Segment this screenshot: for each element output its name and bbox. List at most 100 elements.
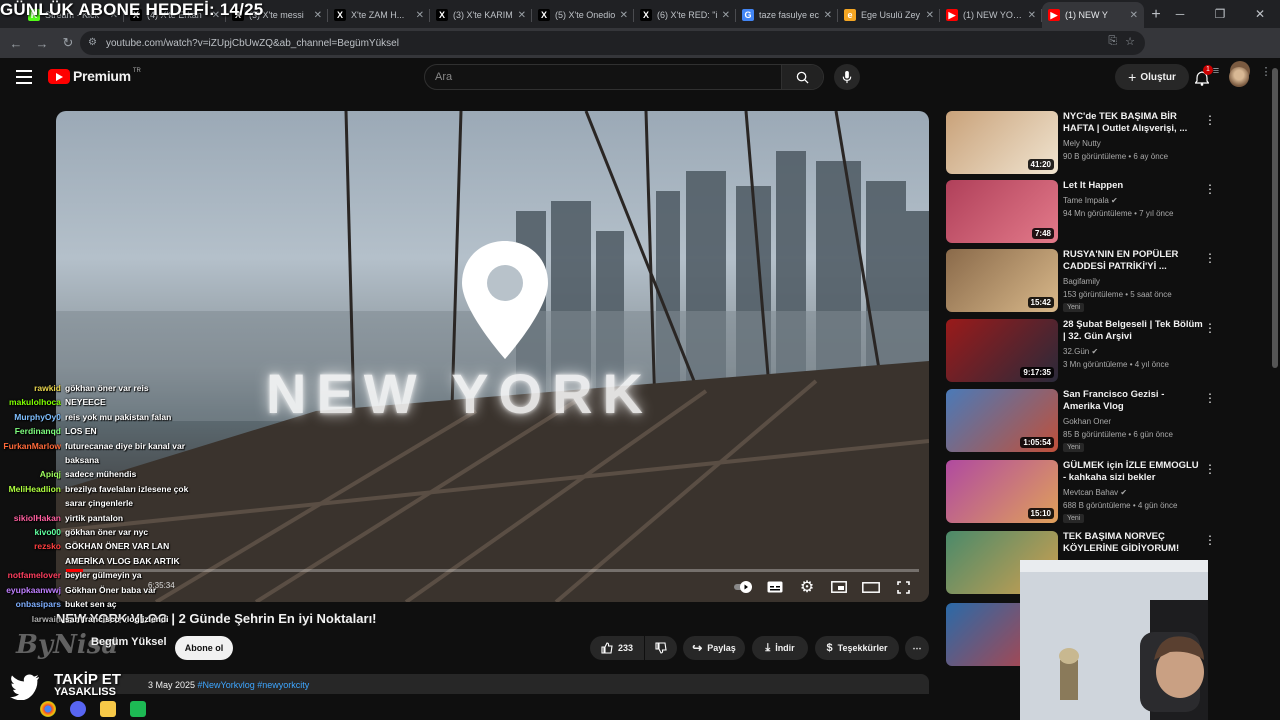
reload-icon[interactable]: ↻ [56,31,80,55]
search-input[interactable]: Ara [424,64,824,90]
subtitles-icon[interactable] [765,577,785,597]
more-vertical-icon[interactable]: ⋮ [1204,533,1216,547]
description-box[interactable]: 3 May 2025 #NewYorkvlog #newyorkcity [56,674,929,694]
maximize-icon[interactable]: ❐ [1200,0,1240,28]
chat-text: NEYEECE [65,397,106,408]
tab-close-icon[interactable]: ✕ [824,10,832,21]
account-avatar[interactable] [1229,67,1249,87]
twitter-bird-icon [10,674,39,700]
chat-message: MurphyOy0 reis yok mu pakistan falan [0,410,200,424]
browser-tab[interactable]: e Ege Usulü Zey ✕ [838,2,940,28]
more-vertical-icon[interactable]: ⋮ [1204,182,1216,196]
tab-close-icon[interactable]: ✕ [416,10,424,21]
recommendation-meta: 3 Mn görüntüleme • 4 yıl önce [1063,360,1169,369]
chat-username: MeliHeadlion [8,483,61,494]
recommendation-item[interactable]: 7:48 Let It Happen Tame Impala ✔ 94 Mn görü… [946,180,1262,244]
minimize-icon[interactable]: ─ [1160,0,1200,28]
chat-text: brezilya favelaları izlesene çok sarar ç… [65,483,189,509]
autoplay-toggle-icon[interactable] [733,577,753,597]
theater-mode-icon[interactable] [861,577,881,597]
tab-close-icon[interactable]: ✕ [518,10,526,21]
chrome-taskbar-icon[interactable] [40,701,56,717]
recommendation-title[interactable]: 28 Şubat Belgeseli | Tek Bölüm | 32. Gün… [1063,319,1203,343]
chat-username: eyupkaanwwj [6,584,61,595]
chat-username: rezsko [34,541,61,552]
search-button[interactable] [781,65,823,89]
discord-taskbar-icon[interactable] [70,701,86,717]
recommendation-channel[interactable]: 32.Gün ✔ [1063,347,1098,356]
bookmark-star-icon[interactable]: ☆ [1125,35,1135,48]
recommendation-channel[interactable]: Mely Nutty [1063,139,1101,148]
like-button[interactable]: 233 [590,636,644,660]
tab-favicon-icon: X [436,9,448,21]
miniplayer-icon[interactable] [829,577,849,597]
recommendation-item[interactable]: 41:20 NYC'de TEK BAŞIMA BİR HAFTA | Outle… [946,111,1262,175]
notifications-button[interactable]: 1 [1192,65,1213,88]
site-info-icon[interactable]: ⚙ [88,37,97,48]
recommendation-item[interactable]: 1:05:54 San Francisco Gezisi - Amerika Vl… [946,389,1262,453]
app-taskbar-icon[interactable] [130,701,146,717]
video-thumbnail[interactable]: 7:48 [946,180,1058,243]
tab-close-icon[interactable]: ✕ [722,10,730,21]
recommendation-channel[interactable]: Bagifamily [1063,277,1100,286]
fullscreen-icon[interactable] [893,577,913,597]
dislike-button[interactable] [645,636,677,660]
settings-gear-icon[interactable]: ⚙ [797,577,817,597]
video-thumbnail[interactable]: 41:20 [946,111,1058,174]
tab-label: (1) NEW YORK [963,10,1024,20]
recommendation-item[interactable]: 15:10 GÜLMEK için İZLE EMMOGLU - kahkaha … [946,460,1262,524]
more-vertical-icon[interactable]: ⋮ [1204,113,1216,127]
menu-hamburger-icon[interactable] [16,70,32,84]
like-count: 233 [617,643,634,653]
download-button[interactable]: ⤓ İndir [752,636,808,660]
back-icon[interactable]: ← [4,31,28,55]
folder-taskbar-icon[interactable] [100,701,116,717]
more-vertical-icon[interactable]: ⋮ [1204,462,1216,476]
tab-label: X'te ZAM H... [351,10,405,20]
voice-search-button[interactable] [834,64,860,90]
video-thumbnail[interactable]: 15:42 [946,249,1058,312]
more-vertical-icon[interactable]: ⋮ [1204,321,1216,335]
more-actions-button[interactable]: ⋯ [905,636,929,660]
recommendation-item[interactable]: 15:42 RUSYA'NIN EN POPÜLER CADDESİ PATRİK… [946,249,1262,313]
recommendation-title[interactable]: TEK BAŞIMA NORVEÇ KÖYLERİNE GİDİYORUM! [1063,531,1203,555]
more-vertical-icon[interactable]: ⋮ [1204,391,1216,405]
recommendation-title[interactable]: San Francisco Gezisi - Amerika Vlog [1063,389,1203,413]
browser-tab[interactable]: X (5) X'te Onedio ✕ [532,2,634,28]
browser-tab[interactable]: ▶ (1) NEW YORK ✕ [940,2,1042,28]
share-button[interactable]: ↪ Paylaş [683,636,745,660]
recommendation-title[interactable]: RUSYA'NIN EN POPÜLER CADDESİ PATRİKİ'Yİ … [1063,249,1203,273]
browser-tab[interactable]: X (6) X'te RED: "i ✕ [634,2,736,28]
recommendation-title[interactable]: NYC'de TEK BAŞIMA BİR HAFTA | Outlet Alı… [1063,111,1203,135]
video-thumbnail[interactable]: 1:05:54 [946,389,1058,452]
url-field[interactable]: ⚙ youtube.com/watch?v=iZUpjCbUwZQ&ab_cha… [80,31,1145,55]
youtube-logo[interactable]: Premium TR [48,68,141,84]
tab-close-icon[interactable]: ✕ [620,10,628,21]
browser-tab[interactable]: X X'te ZAM H... ✕ [328,2,430,28]
install-app-icon[interactable]: ⎘ [1108,35,1117,48]
page-scrollbar[interactable] [1270,58,1280,720]
more-vertical-icon[interactable]: ⋮ [1204,251,1216,265]
browser-tab[interactable]: Gtaze fasulye ec ✕ [736,2,838,28]
recommendation-channel[interactable]: Mevtcan Bahav ✔ [1063,488,1127,497]
tab-close-icon[interactable]: ✕ [1028,10,1036,21]
close-window-icon[interactable]: ✕ [1240,0,1280,28]
hashtags[interactable]: #NewYorkvlog #newyorkcity [198,680,310,690]
browser-tab[interactable]: X (3) X'te KARIM ✕ [430,2,532,28]
recommendation-channel[interactable]: Tame Impala ✔ [1063,196,1118,205]
chat-text: buket sen aç [65,599,117,610]
recommendation-title[interactable]: GÜLMEK için İZLE EMMOGLU - kahkaha sizi … [1063,460,1203,484]
tab-close-icon[interactable]: ✕ [1130,10,1138,21]
browser-tab[interactable]: ▶ (1) NEW Y ✕ [1042,2,1144,28]
subscribe-button[interactable]: Abone ol [175,636,233,660]
tab-close-icon[interactable]: ✕ [314,10,322,21]
create-button[interactable]: + Oluştur [1115,64,1189,90]
video-thumbnail[interactable]: 9:17:35 [946,319,1058,382]
tab-close-icon[interactable]: ✕ [926,10,934,21]
recommendation-channel[interactable]: Gokhan Oner [1063,417,1111,426]
forward-icon[interactable]: → [30,31,54,55]
video-thumbnail[interactable]: 15:10 [946,460,1058,523]
thanks-button[interactable]: $ Teşekkürler [815,636,899,660]
recommendation-title[interactable]: Let It Happen [1063,180,1203,192]
recommendation-item[interactable]: 9:17:35 28 Şubat Belgeseli | Tek Bölüm | … [946,319,1262,383]
